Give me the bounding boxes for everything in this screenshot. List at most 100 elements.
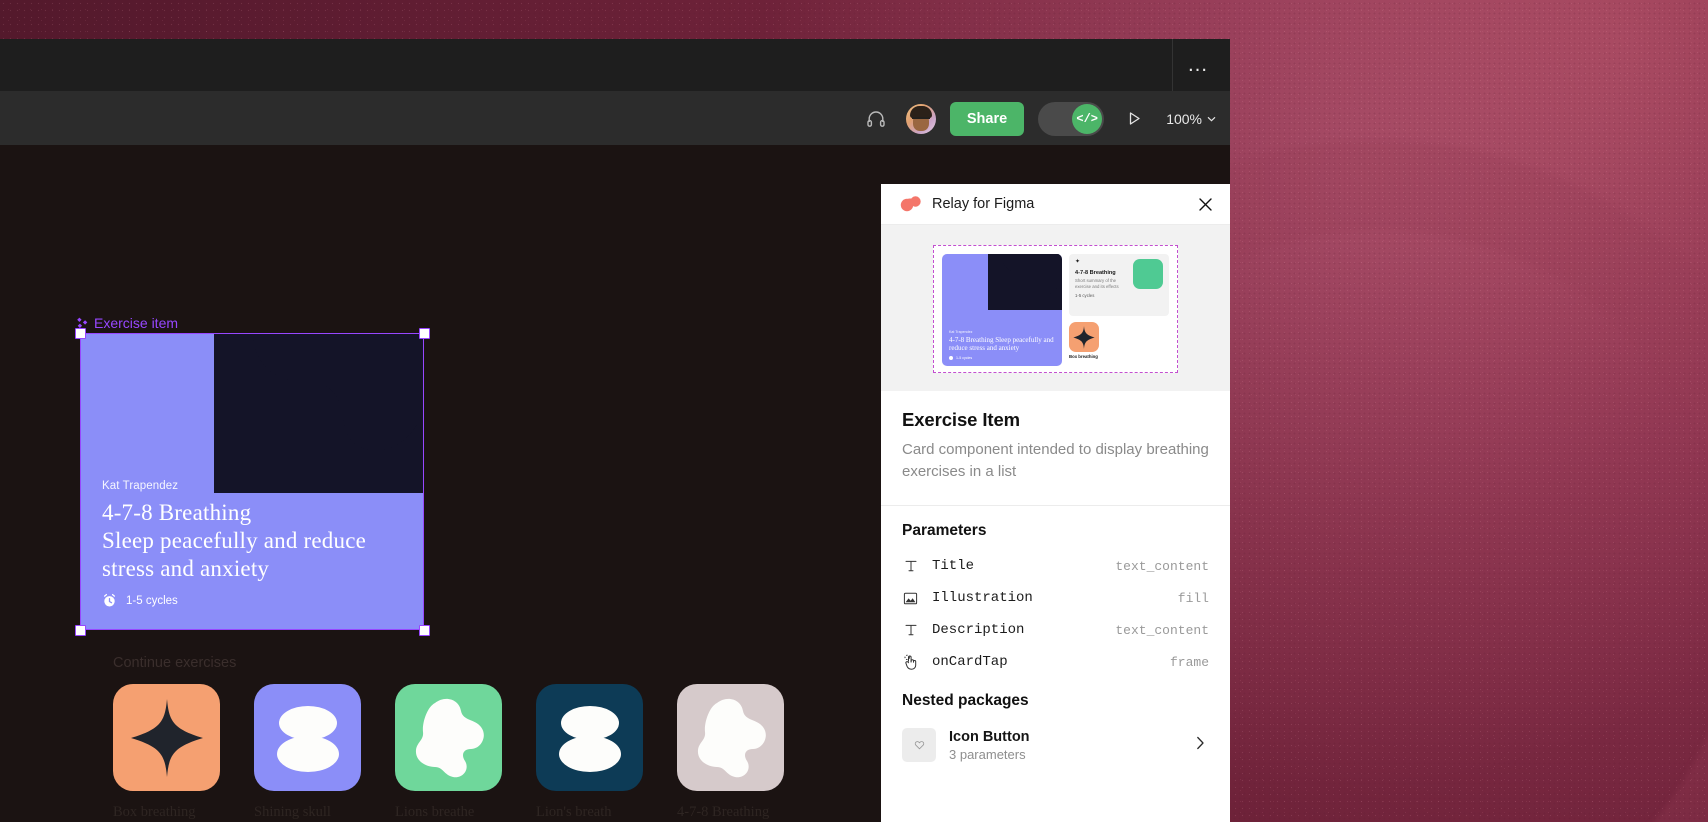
exercise-thumbnail-row: Box breathing Shining skull breath	[113, 684, 784, 822]
relay-logo-icon	[900, 196, 921, 212]
list-item[interactable]: Icon Button 3 parameters	[902, 720, 1209, 770]
thumbnail-label: Box breathing	[113, 804, 196, 820]
close-icon[interactable]	[1192, 191, 1218, 217]
chevron-down-icon	[1207, 116, 1216, 122]
preview-card-title: 4-7-8 Breathing Sleep peacefully and red…	[949, 335, 1054, 353]
relay-plugin-panel: Relay for Figma Kat Trapendez 4-7-8 Brea…	[881, 184, 1230, 822]
nested-packages-heading: Nested packages	[902, 692, 1029, 709]
parameter-row-illustration[interactable]: Illustration fill	[902, 582, 1209, 614]
nested-subtitle: 3 parameters	[949, 746, 1026, 762]
heart-icon	[914, 741, 924, 750]
play-icon[interactable]	[1118, 103, 1150, 135]
nested-thumbnail	[902, 728, 936, 762]
card-content: Kat Trapendez 4-7-8 Breathing Sleep peac…	[102, 480, 406, 608]
preview-list-desc: Short summary of the exercise and its ef…	[1075, 278, 1119, 289]
nested-text: Icon Button 3 parameters	[949, 729, 1183, 762]
tap-icon	[902, 654, 919, 671]
parameter-type: frame	[1169, 654, 1209, 670]
zoom-level-control[interactable]: 100%	[1164, 107, 1218, 131]
dev-mode-toggle[interactable]: </>	[1038, 101, 1105, 136]
card-title-line-2: Sleep peacefully and reduce	[102, 528, 367, 553]
list-item[interactable]: Lions breathe	[395, 684, 502, 822]
preview-frame: Kat Trapendez 4-7-8 Breathing Sleep peac…	[933, 245, 1178, 373]
preview-list-meta: 1-5 cycles	[1075, 293, 1095, 299]
preview-tile-label: Box breathing	[1069, 354, 1098, 359]
text-icon	[902, 622, 919, 639]
card-title-line-1: 4-7-8 Breathing	[102, 500, 252, 525]
text-icon	[902, 558, 919, 575]
top-toolbar: Share </> 100%	[0, 92, 1230, 145]
continue-exercises-heading: Continue exercises	[113, 655, 237, 671]
nested-packages-section: Nested packages Icon Button 3 parameters	[881, 678, 1230, 770]
splat-icon	[415, 698, 484, 777]
preview-hero-card: Kat Trapendez 4-7-8 Breathing Sleep peac…	[942, 254, 1062, 366]
parameter-row-oncardtap[interactable]: onCardTap frame	[902, 646, 1209, 678]
thumbnail-tile	[536, 684, 643, 791]
preview-sparkle-icon: ✦	[1075, 259, 1081, 265]
parameter-name: Illustration	[932, 590, 1033, 606]
exercise-card[interactable]: Kat Trapendez 4-7-8 Breathing Sleep peac…	[80, 333, 424, 630]
component-description: Card component intended to display breat…	[902, 441, 1209, 480]
preview-card-meta: 1-5 cycles	[949, 356, 1057, 360]
preview-list-row: ✦ 4-7-8 Breathing Short summary of the e…	[1069, 254, 1169, 316]
preview-list-thumbnail	[1133, 259, 1163, 289]
card-illustration	[214, 333, 424, 493]
parameter-name: Description	[932, 622, 1025, 638]
nested-title: Icon Button	[949, 728, 1030, 745]
thumbnail-tile	[113, 684, 220, 791]
preview-list-title: 4-7-8 Breathing	[1075, 270, 1116, 276]
splat-icon	[697, 698, 766, 777]
card-title: 4-7-8 Breathing Sleep peacefully and red…	[102, 499, 406, 583]
list-item[interactable]: 4-7-8 Breathing	[677, 684, 784, 822]
thumbnail-label: 4-7-8 Breathing	[677, 804, 770, 820]
parameter-name: onCardTap	[932, 654, 1008, 670]
component-set-icon	[77, 317, 88, 328]
thumbnail-label: Shining skull breath	[254, 804, 331, 822]
thumbnail-tile	[677, 684, 784, 791]
user-avatar[interactable]	[905, 103, 936, 134]
chevron-right-icon[interactable]	[1196, 736, 1209, 755]
parameter-type: text_content	[1115, 558, 1209, 574]
parameters-heading: Parameters	[902, 522, 987, 539]
card-meta: 1-5 cycles	[102, 593, 406, 608]
avatar-glasses	[911, 116, 930, 122]
tab-divider	[1172, 39, 1173, 91]
title-bar: …	[0, 39, 1230, 92]
figma-window: … Share </> 100% Exercise item Kat Trape…	[0, 39, 1230, 822]
star-icon	[130, 698, 203, 777]
panel-header: Relay for Figma	[881, 184, 1230, 225]
hourglass-icon	[276, 705, 339, 772]
thumbnail-tile	[254, 684, 361, 791]
page-title: Exercise Item	[902, 409, 1021, 430]
preview-tile-group: Box breathing	[1069, 322, 1169, 359]
preview-list-text: ✦ 4-7-8 Breathing Short summary of the e…	[1075, 259, 1128, 311]
component-info: Exercise Item Card component intended to…	[881, 391, 1230, 506]
list-item[interactable]: Shining skull breath	[254, 684, 361, 822]
list-item[interactable]: Lion's breath	[536, 684, 643, 822]
preview-tile	[1069, 322, 1099, 352]
component-preview: Kat Trapendez 4-7-8 Breathing Sleep peac…	[881, 225, 1230, 391]
card-title-line-3: stress and anxiety	[102, 556, 270, 581]
thumbnail-tile	[395, 684, 502, 791]
parameter-name: Title	[932, 558, 975, 574]
preview-card-author: Kat Trapendez	[949, 329, 973, 334]
preview-card-meta-text: 1-5 cycles	[956, 356, 973, 360]
preview-card-text: Kat Trapendez 4-7-8 Breathing Sleep peac…	[949, 330, 1057, 360]
headphones-icon[interactable]	[860, 103, 892, 135]
list-item[interactable]: Box breathing	[113, 684, 220, 822]
overflow-menu-button[interactable]: …	[1181, 54, 1216, 75]
alarm-clock-icon	[103, 593, 116, 607]
parameter-row-title[interactable]: Title text_content	[902, 550, 1209, 582]
share-button[interactable]: Share	[949, 101, 1025, 136]
code-icon: </>	[1072, 103, 1103, 134]
star-icon	[1073, 325, 1095, 349]
hourglass-icon	[558, 705, 621, 772]
parameter-row-description[interactable]: Description text_content	[902, 614, 1209, 646]
preview-clock-icon	[949, 356, 953, 360]
zoom-level-value: 100%	[1166, 110, 1202, 127]
preview-right-column: ✦ 4-7-8 Breathing Short summary of the e…	[1069, 254, 1169, 364]
frame-label[interactable]: Exercise item	[76, 315, 178, 331]
preview-blob-icon	[988, 254, 1062, 310]
frame-label-text: Exercise item	[94, 315, 179, 331]
thumbnail-label: Lion's breath	[536, 804, 612, 820]
